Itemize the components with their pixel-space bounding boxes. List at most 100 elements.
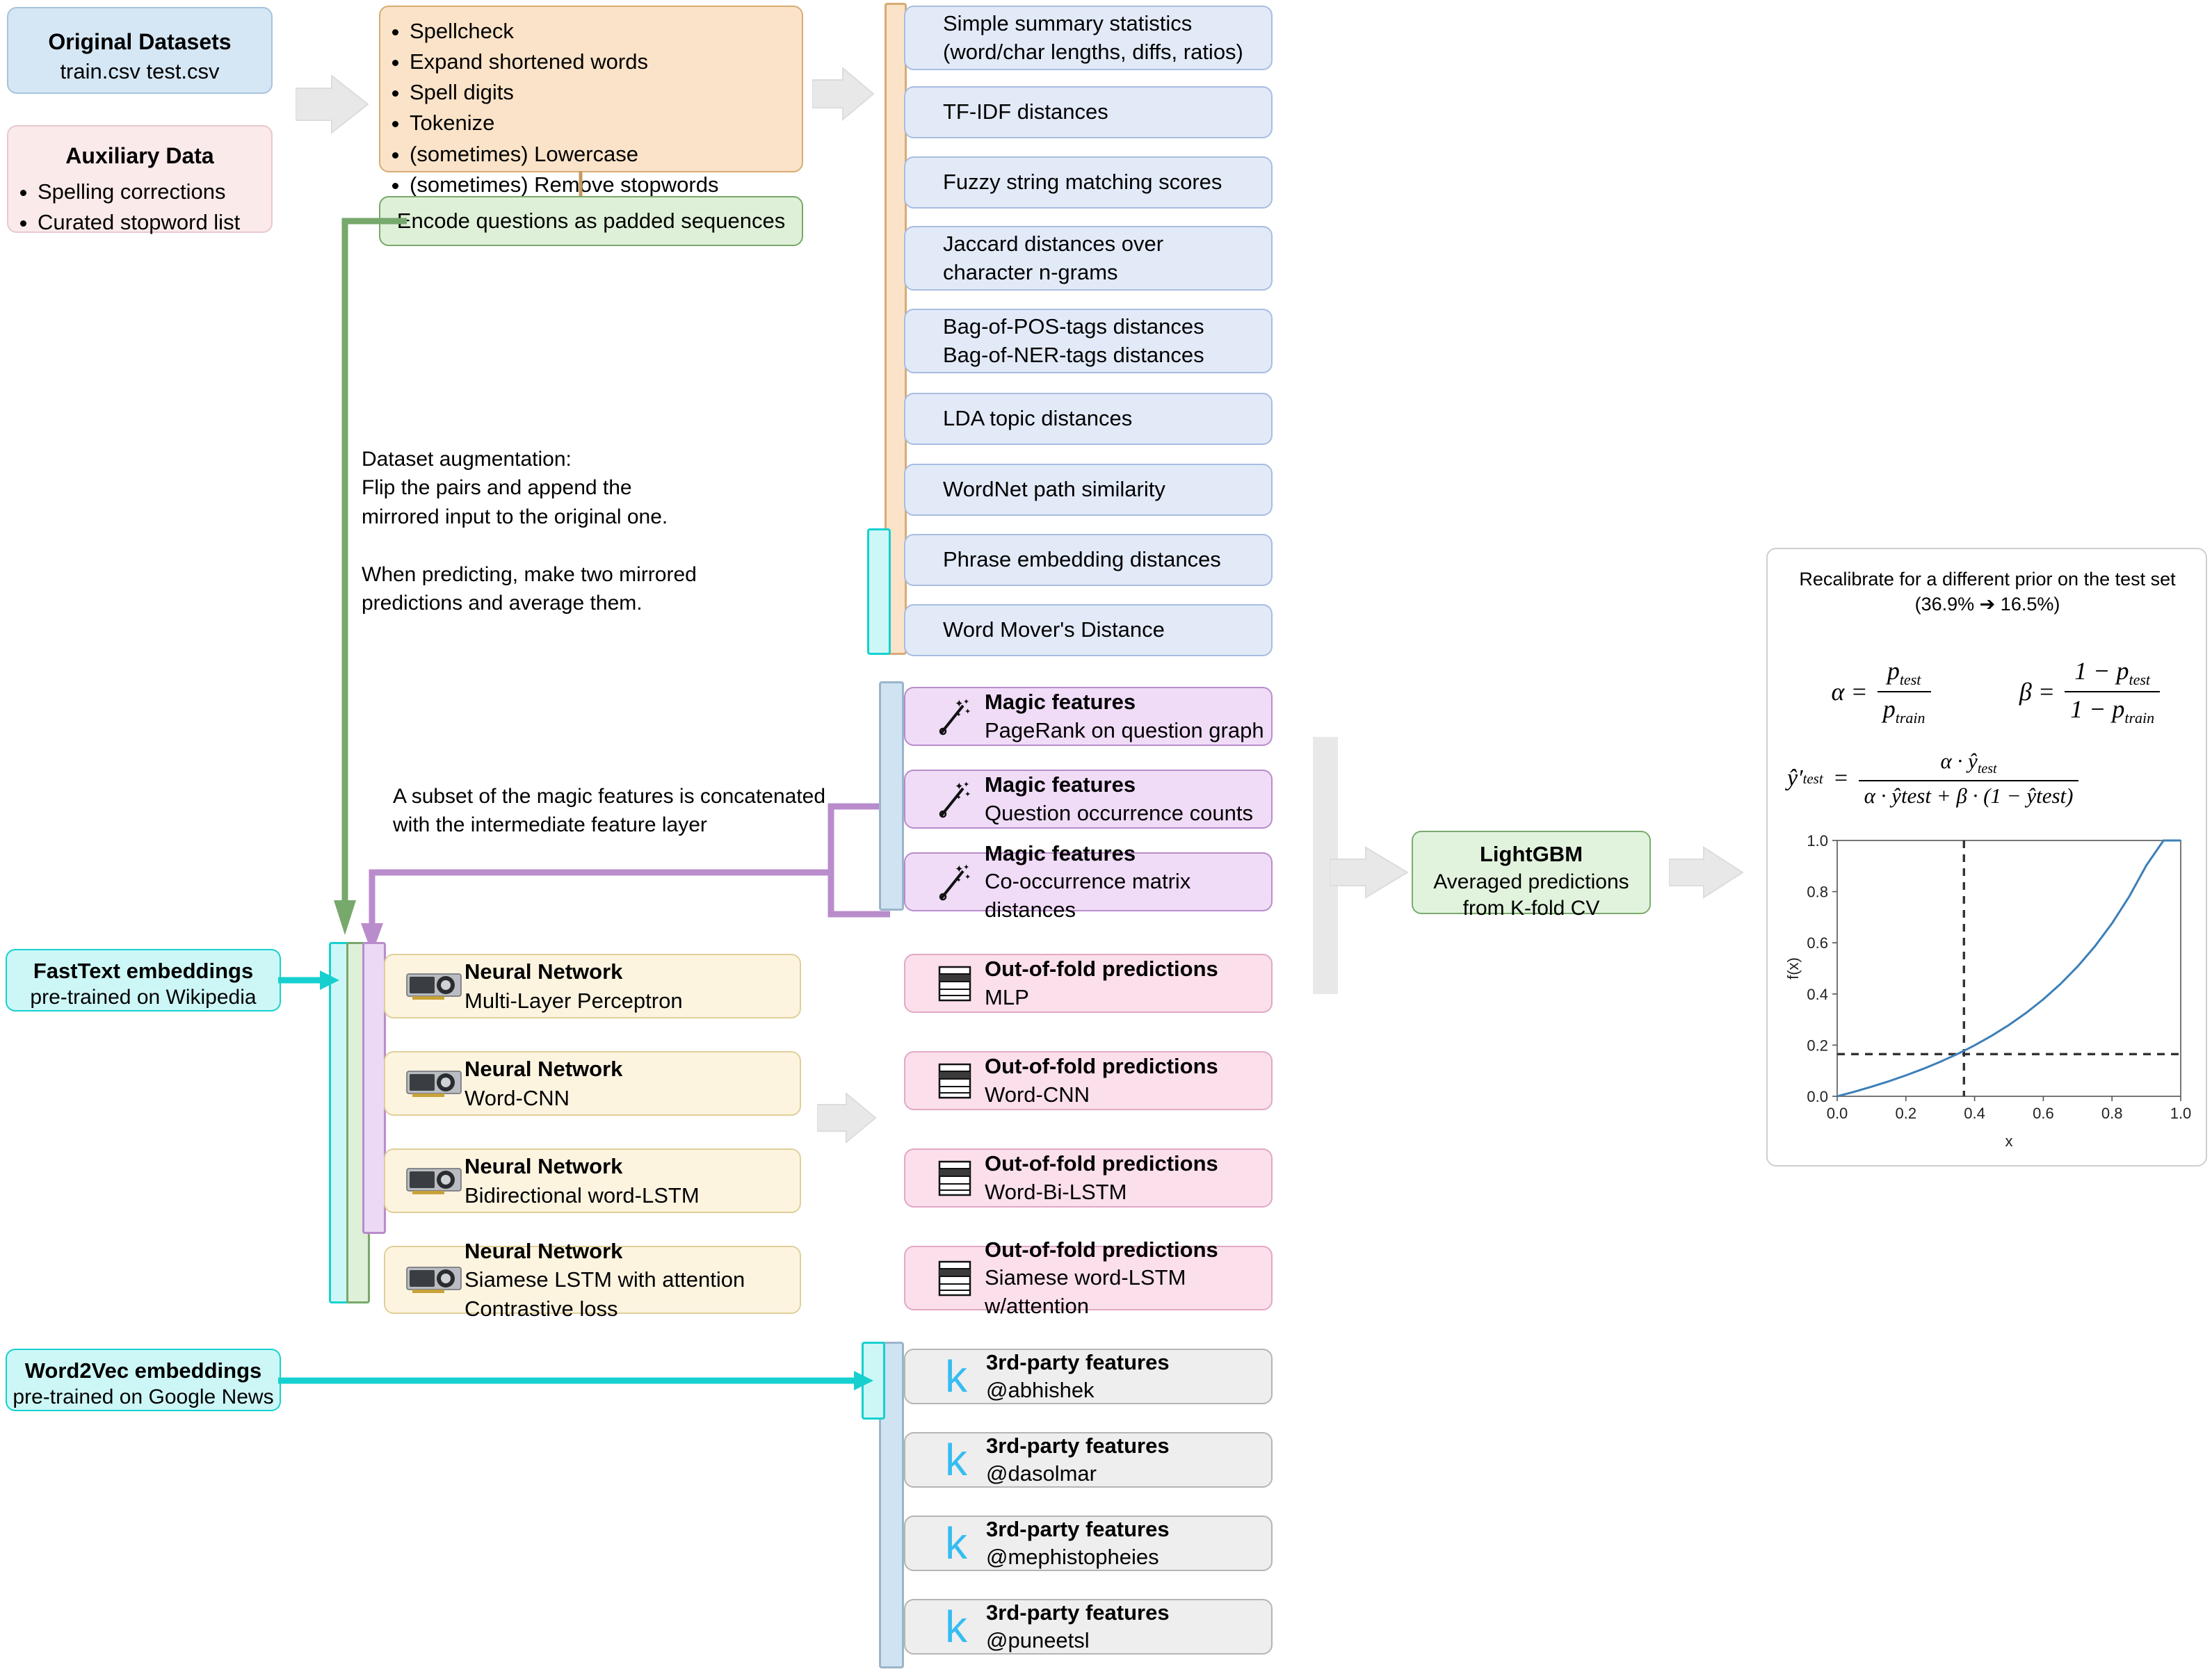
list-item: Spell digits — [410, 78, 802, 107]
svg-text:0.4: 0.4 — [1807, 986, 1828, 1003]
alpha-denominator: p — [1882, 695, 1896, 723]
oof-title: Out-of-fold predictions — [985, 1151, 1218, 1176]
alpha-formula: α = ptest ptrain — [1794, 653, 1968, 730]
svg-text:✦: ✦ — [956, 877, 962, 884]
magic-title: Magic features — [985, 690, 1136, 715]
kaggle-logo-icon: k — [945, 1602, 967, 1652]
third-party-handle: @dasolmar — [986, 1461, 1097, 1486]
third-party-title: 3rd-party features — [986, 1516, 1170, 1541]
feature-card: Simple summary statistics (word/char len… — [904, 6, 1273, 70]
yhat-numerator: α · ŷ — [1940, 749, 1978, 774]
svg-text:✦: ✦ — [956, 794, 962, 801]
table-icon — [925, 1063, 985, 1099]
original-datasets-files: train.csv test.csv — [60, 59, 220, 83]
arrow-input-to-preprocess — [296, 74, 369, 135]
feature-label: LDA topic distances — [943, 406, 1133, 431]
svg-text:✦: ✦ — [956, 711, 962, 718]
word2vec-sub: pre-trained on Google News — [13, 1385, 274, 1408]
third-party-handle: @mephistopheies — [986, 1545, 1159, 1569]
magic-wand-icon: ✦ ✦ ✦ ✦ — [925, 861, 985, 903]
table-icon — [925, 966, 985, 1002]
connector-fasttext-to-nn-bar — [278, 970, 339, 990]
magic-title: Magic features — [985, 841, 1136, 866]
magic-sub: PageRank on question graph — [985, 717, 1264, 742]
svg-text:x: x — [2005, 1132, 2013, 1150]
lightgbm-sub: Averaged predictions from K-fold CV — [1433, 870, 1629, 920]
alpha-numerator: p — [1887, 656, 1900, 685]
oof-sub: Word-Bi-LSTM — [985, 1179, 1127, 1204]
nn-sub: Word-CNN — [465, 1085, 570, 1110]
third-party-card: k 3rd-party features @puneetsl — [904, 1599, 1273, 1655]
feature-card: Jaccard distances over character n-grams — [904, 226, 1273, 291]
svg-text:✦: ✦ — [963, 863, 969, 872]
gpu-icon — [405, 1067, 465, 1100]
svg-text:0.4: 0.4 — [1964, 1105, 1985, 1122]
nn-title: Neural Network — [465, 1153, 623, 1178]
svg-text:0.6: 0.6 — [1807, 934, 1828, 952]
svg-text:1.0: 1.0 — [1807, 832, 1828, 850]
recalibration-title: Recalibrate for a different prior on the… — [1799, 569, 2176, 590]
nn-sub: Multi-Layer Perceptron — [465, 988, 683, 1013]
nn-title: Neural Network — [465, 1056, 623, 1081]
beta-lhs: β = — [2019, 678, 2056, 706]
encode-sequences-card: Encode questions as padded sequences — [379, 196, 803, 246]
beta-denominator-sub: train — [2124, 709, 2155, 727]
augmentation-note: Dataset augmentation: Flip the pairs and… — [362, 448, 697, 615]
yhat-formula: ŷ′ test = α · ŷtest α · ŷtest + β · (1 −… — [1787, 737, 2197, 820]
list-item: Curated stopword list — [38, 208, 271, 237]
yhat-numerator-sub: test — [1977, 761, 1997, 777]
connector-word2vec-to-thirdparty — [278, 1371, 873, 1390]
svg-text:✦: ✦ — [955, 781, 964, 793]
recalibration-subtitle: (36.9% ➔ 16.5%) — [1914, 594, 2060, 615]
arrow-to-lightgbm — [1330, 846, 1409, 899]
svg-text:1.0: 1.0 — [2170, 1105, 2192, 1122]
oof-card: Out-of-fold predictions Word-CNN — [904, 1051, 1273, 1110]
feature-label: Jaccard distances over character n-grams — [943, 231, 1164, 284]
feature-label: TF-IDF distances — [943, 99, 1108, 124]
feature-label: Simple summary statistics (word/char len… — [943, 10, 1243, 64]
svg-text:✦: ✦ — [955, 863, 964, 875]
oof-card: Out-of-fold predictions Word-Bi-LSTM — [904, 1148, 1273, 1208]
svg-text:0.2: 0.2 — [1896, 1105, 1917, 1122]
beta-numerator-sub: test — [2129, 671, 2151, 688]
auxiliary-data-title: Auxiliary Data — [65, 143, 214, 168]
svg-text:0.8: 0.8 — [2101, 1105, 2123, 1122]
list-item: Spelling corrections — [38, 177, 271, 206]
arrow-preprocess-to-features — [812, 66, 875, 122]
calibration-plot: 0.0 0.2 0.4 0.6 0.8 1.0 0.0 0.2 0.4 0.6 0.8 1.0 x f(x… — [1777, 824, 2197, 1157]
feature-label: Fuzzy string matching scores — [943, 170, 1222, 195]
list-item: (sometimes) Remove stopwords — [410, 170, 802, 200]
magic-feature-card: ✦ ✦ ✦ ✦ Magic features PageRank on questio… — [904, 687, 1273, 746]
oof-title: Out-of-fold predictions — [985, 957, 1218, 982]
feature-label: WordNet path similarity — [943, 477, 1165, 502]
svg-text:✦: ✦ — [964, 708, 971, 716]
beta-denominator: 1 − p — [2070, 695, 2125, 723]
kaggle-logo-icon: k — [945, 1518, 967, 1568]
feature-card: Phrase embedding distances — [904, 534, 1273, 586]
fasttext-embeddings-card: FastText embeddings pre-trained on Wikip… — [6, 949, 281, 1011]
nn-sub: Siamese LSTM with attention Contrastive … — [465, 1267, 745, 1321]
third-party-card: k 3rd-party features @abhishek — [904, 1349, 1273, 1404]
svg-text:✦: ✦ — [963, 781, 969, 789]
yhat-lhs: ŷ′ — [1787, 765, 1803, 791]
feature-card: Word Mover's Distance — [904, 604, 1273, 656]
alpha-numerator-sub: test — [1899, 671, 1921, 688]
lightgbm-title: LightGBM — [1479, 842, 1583, 866]
feature-label: Phrase embedding distances — [943, 547, 1221, 572]
word2vec-title: Word2Vec embeddings — [24, 1358, 262, 1383]
nn-input-bar-purple — [362, 942, 386, 1234]
third-party-title: 3rd-party features — [986, 1600, 1170, 1625]
feature-card: WordNet path similarity — [904, 464, 1273, 516]
list-item: Tokenize — [410, 108, 802, 138]
svg-text:0.2: 0.2 — [1807, 1037, 1828, 1054]
nn-sub: Bidirectional word-LSTM — [465, 1183, 700, 1208]
magic-wand-icon: ✦ ✦ ✦ ✦ — [925, 696, 985, 738]
magic-sub: Question occurrence counts — [985, 800, 1253, 825]
yhat-equals: = — [1832, 765, 1849, 791]
magic-feature-card: ✦ ✦ ✦ ✦ Magic features Co-occurrence matri… — [904, 841, 1273, 922]
auxiliary-data-card: Auxiliary Data Spelling corrections Cura… — [7, 125, 273, 234]
magic-bar-blue — [879, 681, 904, 911]
oof-card: Out-of-fold predictions MLP — [904, 954, 1273, 1013]
magic-title: Magic features — [985, 772, 1136, 797]
svg-text:✦: ✦ — [955, 698, 964, 710]
